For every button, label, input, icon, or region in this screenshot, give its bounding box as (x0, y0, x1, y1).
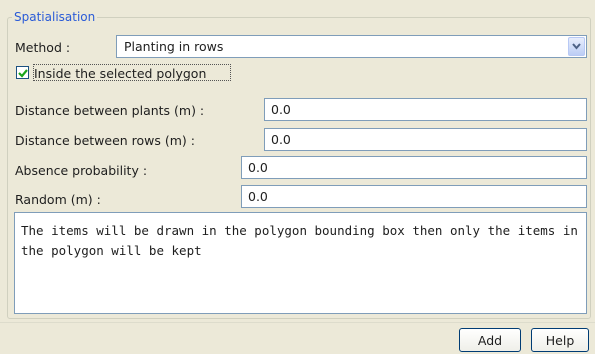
inside-polygon-label[interactable]: Inside the selected polygon (34, 66, 206, 81)
add-button[interactable]: Add (459, 328, 521, 352)
dropdown-button[interactable] (568, 37, 585, 56)
distance-plants-input[interactable]: 0.0 (264, 98, 587, 121)
distance-plants-label: Distance between plants (m) : (15, 103, 205, 118)
info-textarea[interactable]: The items will be drawn in the polygon b… (14, 212, 587, 314)
method-label: Method : (15, 40, 71, 55)
spatialisation-panel: Spatialisation Method : Planting in rows… (0, 0, 595, 322)
distance-rows-label: Distance between rows (m) : (15, 133, 195, 148)
method-value: Planting in rows (124, 39, 224, 54)
chevron-down-icon (572, 43, 581, 50)
method-select[interactable]: Planting in rows (116, 35, 587, 58)
check-icon (18, 69, 28, 78)
group-title: Spatialisation (14, 10, 96, 24)
absence-probability-label: Absence probability : (15, 163, 148, 178)
random-input[interactable]: 0.0 (241, 185, 587, 208)
distance-rows-input[interactable]: 0.0 (264, 128, 587, 151)
absence-probability-input[interactable]: 0.0 (241, 156, 587, 179)
inside-polygon-checkbox[interactable] (16, 66, 29, 79)
help-button[interactable]: Help (531, 328, 589, 352)
random-label: Random (m) : (15, 192, 101, 207)
button-bar: Add Help (0, 322, 595, 354)
